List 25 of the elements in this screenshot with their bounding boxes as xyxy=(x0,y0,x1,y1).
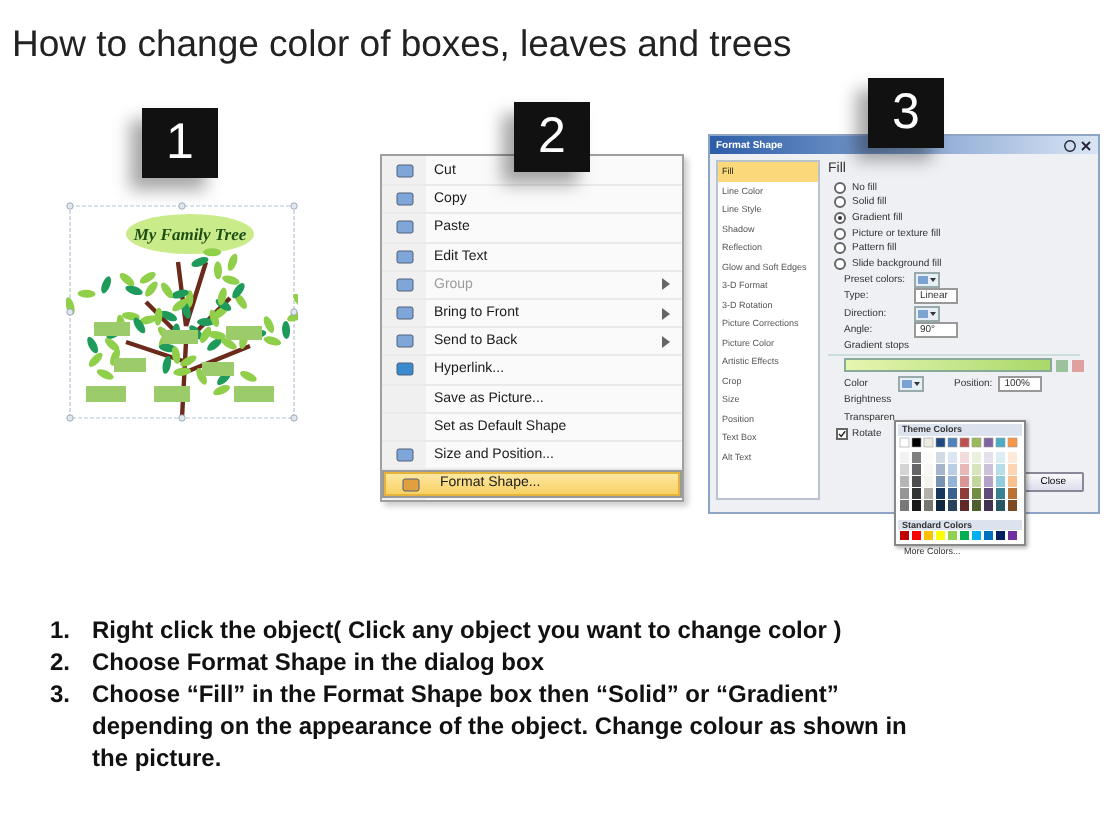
help-icon[interactable] xyxy=(1064,139,1076,151)
submenu-arrow-icon xyxy=(662,278,670,291)
step-text: Right click the object( Click any object you want to change color ) xyxy=(92,614,844,646)
step-text: Choose “Fill” in the Format Shape box then “Solid” or “Gradient” depending on the appearance of the object. Change colour as shown in the picture. xyxy=(92,678,909,774)
caret-icon xyxy=(930,277,936,282)
slide-title: How to change color of boxes, leaves and trees xyxy=(10,20,794,68)
color-dropdown[interactable] xyxy=(898,375,924,392)
submenu-arrow-icon xyxy=(662,335,670,348)
step-number: 2. xyxy=(50,646,73,678)
caret-icon xyxy=(914,381,920,386)
caret-icon xyxy=(930,311,936,316)
close-icon[interactable] xyxy=(1080,139,1092,151)
direction-dropdown[interactable] xyxy=(914,305,940,322)
step-text: Choose Format Shape in the dialog box xyxy=(92,646,547,678)
step-number-badge: 1 xyxy=(142,108,218,178)
rotate-checkbox[interactable] xyxy=(836,428,848,441)
submenu-arrow-icon xyxy=(662,307,670,320)
standard-color-row-drawing[interactable] xyxy=(898,530,1022,542)
family-tree-drawing: My Family Tree xyxy=(66,202,298,426)
step-number: 1. xyxy=(50,614,73,646)
step-number-badge: 2 xyxy=(514,102,590,172)
step-number: 3. xyxy=(50,678,73,712)
step-number-badge: 3 xyxy=(868,78,944,148)
theme-color-grid-drawing[interactable] xyxy=(898,435,1022,515)
preset-colors-dropdown[interactable] xyxy=(914,271,940,288)
